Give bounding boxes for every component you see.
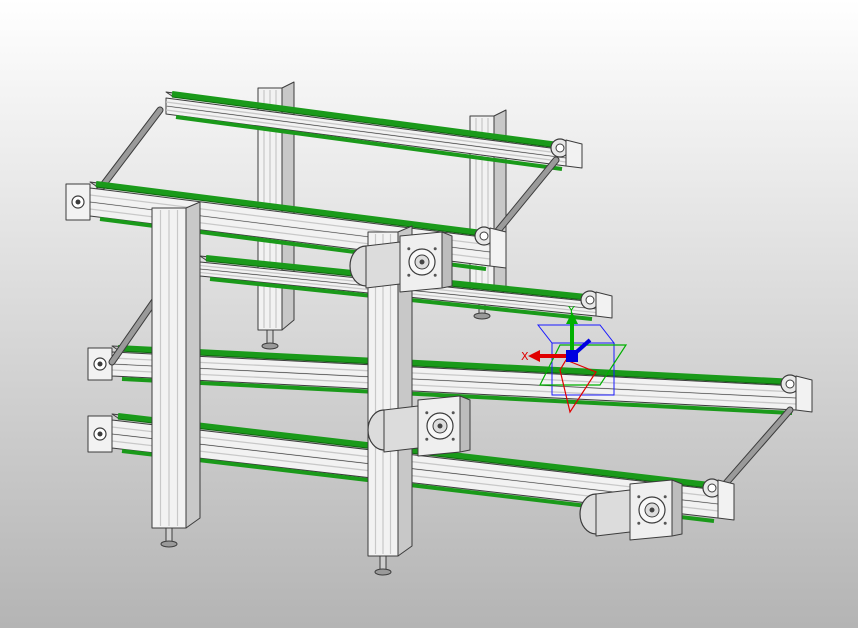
bolt-hole	[433, 273, 437, 277]
pulley-axis	[97, 361, 103, 367]
motor-shaft	[419, 259, 425, 265]
beam-end-plate	[717, 479, 735, 521]
bolt-hole	[451, 437, 455, 441]
gearbox-body	[383, 405, 419, 453]
foot-pad	[261, 342, 279, 350]
gearbox-body	[595, 489, 631, 537]
motor-side	[459, 395, 471, 453]
pulley-axis	[97, 431, 103, 437]
leg-side	[185, 201, 201, 529]
bolt-hole	[663, 521, 667, 525]
beam-end-plate	[795, 375, 813, 413]
triad-x-label: X	[521, 350, 529, 363]
foot-pad	[160, 540, 178, 548]
viewport-background	[0, 0, 858, 628]
assembly-scene[interactable]: X Y	[0, 0, 858, 628]
triad-y-label: Y	[567, 304, 575, 317]
pulley-hub	[555, 143, 565, 153]
cad-3d-viewport[interactable]: X Y	[0, 0, 858, 628]
pulley-hub	[585, 295, 595, 305]
bolt-hole	[637, 495, 641, 499]
bolt-hole	[407, 273, 411, 277]
foot-stem	[266, 329, 274, 345]
bolt-hole	[637, 521, 641, 525]
bolt-hole	[451, 411, 455, 415]
motor-side	[671, 479, 683, 537]
pulley-hub	[785, 379, 795, 389]
foot-stem	[379, 555, 387, 571]
foot-pad	[374, 568, 392, 576]
bolt-hole	[663, 495, 667, 499]
foot-pad	[473, 312, 491, 320]
bolt-hole	[433, 247, 437, 251]
motor-shaft	[437, 423, 443, 429]
motor-shaft	[649, 507, 655, 513]
beam-end-plate	[489, 227, 507, 269]
triad-origin	[566, 350, 578, 362]
aluminium-profile-leg[interactable]	[151, 201, 201, 548]
bolt-hole	[425, 437, 429, 441]
pulley-axis	[75, 199, 81, 205]
bolt-hole	[407, 247, 411, 251]
foot-stem	[165, 527, 173, 543]
gearbox-body	[365, 241, 401, 289]
beam-end-plate	[595, 291, 613, 319]
pulley-hub	[479, 231, 489, 241]
pulley-hub	[707, 483, 717, 493]
bolt-hole	[425, 411, 429, 415]
motor-side	[441, 231, 453, 289]
beam-end-plate	[565, 139, 583, 169]
